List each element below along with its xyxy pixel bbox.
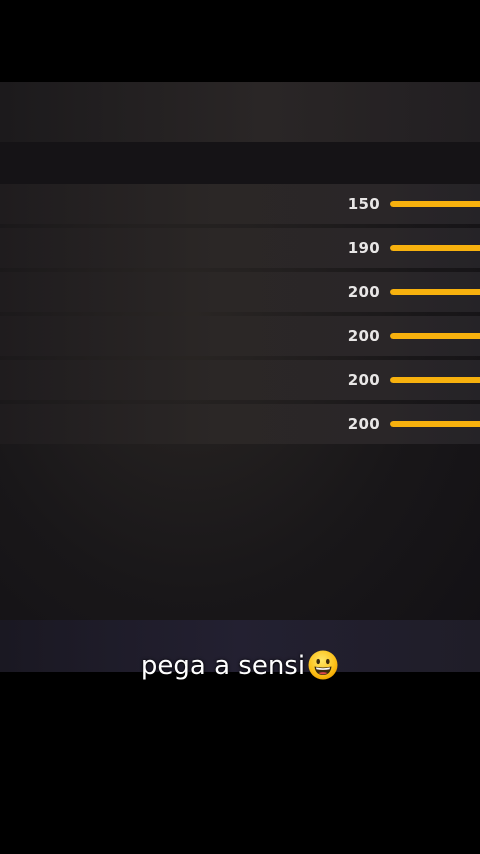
slider-fill [390, 377, 480, 383]
sensitivity-value: 200 [347, 415, 380, 433]
grinning-face-icon [308, 650, 338, 679]
sensitivity-slider[interactable] [390, 421, 480, 427]
slider-fill [390, 201, 480, 207]
panel-subheader [0, 142, 480, 184]
sensitivity-value: 200 [347, 371, 380, 389]
sensitivity-slider[interactable] [390, 289, 480, 295]
sensitivity-rows: 150 190 200 200 200 200 [0, 184, 480, 444]
slider-fill [390, 289, 480, 295]
slider-fill [390, 245, 480, 251]
sensitivity-slider[interactable] [390, 333, 480, 339]
sensitivity-row: 200 [0, 404, 480, 444]
sensitivity-row: 150 [0, 184, 480, 224]
sensitivity-slider[interactable] [390, 245, 480, 251]
video-caption: pega a sensi [0, 648, 480, 684]
sensitivity-value: 190 [347, 239, 380, 257]
sensitivity-row: 200 [0, 272, 480, 312]
sensitivity-value: 200 [347, 283, 380, 301]
panel-header [0, 82, 480, 142]
slider-fill [390, 421, 480, 427]
sensitivity-value: 150 [347, 195, 380, 213]
sensitivity-row: 190 [0, 228, 480, 268]
sensitivity-row: 200 [0, 316, 480, 356]
screen: 150 190 200 200 200 200 pega a sensi [0, 0, 480, 854]
sensitivity-slider[interactable] [390, 201, 480, 207]
caption-text: pega a sensi [140, 651, 306, 681]
sensitivity-slider[interactable] [390, 377, 480, 383]
sensitivity-panel: 150 190 200 200 200 200 [0, 82, 480, 672]
sensitivity-row: 200 [0, 360, 480, 400]
sensitivity-value: 200 [347, 327, 380, 345]
slider-fill [390, 333, 480, 339]
